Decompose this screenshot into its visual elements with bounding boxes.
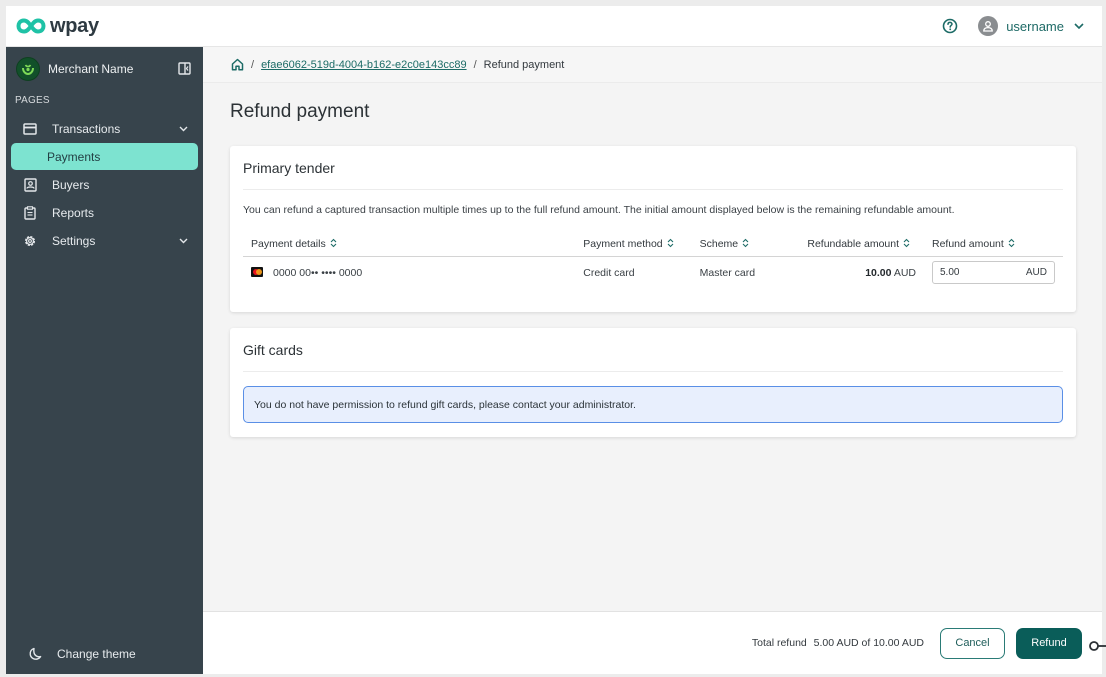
top-header: wpay username (6, 6, 1102, 47)
sidebar-item-settings[interactable]: Settings (11, 227, 198, 254)
breadcrumb-separator: / (473, 58, 477, 71)
column-header-scheme[interactable]: Scheme (691, 234, 800, 257)
gear-icon (23, 234, 37, 248)
primary-tender-title: Primary tender (243, 146, 1063, 190)
sort-icon[interactable] (330, 238, 337, 251)
breadcrumb-transaction-link[interactable]: efae6062-519d-4004-b162-e2c0e143cc89 (261, 59, 467, 71)
sidebar-item-label: Reports (52, 205, 95, 220)
chevron-down-icon (179, 238, 188, 244)
logo-text: wpay (50, 14, 99, 37)
contact-card-icon (23, 177, 37, 192)
cell-payment-method: Credit card (583, 266, 635, 279)
column-header-payment-details[interactable]: Payment details (243, 234, 576, 257)
sidebar-item-label: Transactions (52, 121, 121, 136)
chevron-down-icon (179, 126, 188, 132)
total-refund: Total refund 5.00 AUD of 10.00 AUD (752, 637, 924, 649)
cell-refundable-amount: 10.00 AUD (865, 266, 916, 279)
cell-scheme: Master card (699, 266, 756, 279)
sidebar-item-label: Payments (47, 149, 101, 164)
refund-button[interactable]: Refund (1016, 627, 1082, 659)
total-refund-value: 5.00 AUD of 10.00 AUD (813, 637, 924, 649)
cell-refund-amount: AUD (924, 256, 1063, 289)
sort-icon[interactable] (1008, 238, 1015, 251)
column-header-refund-amount[interactable]: Refund amount (924, 234, 1063, 257)
app-window: wpay username Merchant Name PAGES Transa… (6, 6, 1102, 674)
sidebar-item-label: Settings (52, 233, 96, 248)
sort-icon[interactable] (742, 238, 749, 251)
sidebar-item-reports[interactable]: Reports (11, 199, 198, 226)
user-avatar-icon[interactable] (978, 16, 999, 36)
moon-icon (28, 647, 42, 661)
breadcrumb-current: Refund payment (483, 58, 565, 71)
refund-currency-label: AUD (1025, 267, 1047, 279)
wpay-logo[interactable]: wpay (16, 15, 99, 38)
primary-tender-table: Payment details Payment method Scheme Re… (243, 234, 1063, 289)
refund-amount-field[interactable]: AUD (932, 261, 1055, 285)
sidebar: Merchant Name PAGES Transactions Payment… (6, 47, 203, 674)
change-theme-label: Change theme (57, 646, 136, 661)
cancel-button[interactable]: Cancel (940, 627, 1005, 659)
sidebar-item-payments[interactable]: Payments (11, 143, 198, 170)
breadcrumb: / efae6062-519d-4004-b162-e2c0e143cc89 /… (203, 47, 1102, 83)
sort-icon[interactable] (667, 238, 674, 251)
pages-section-label: PAGES (15, 95, 50, 106)
question-circle-icon[interactable] (942, 18, 958, 34)
cell-payment-details: 0000 00•• •••• 0000 (243, 256, 575, 289)
permission-alert: You do not have permission to refund gif… (243, 386, 1063, 423)
sidebar-item-label: Buyers (52, 177, 90, 192)
merchant-logo-icon (16, 56, 40, 81)
page-title: Refund payment (230, 101, 370, 122)
sidebar-item-buyers[interactable]: Buyers (11, 171, 198, 198)
merchant-switcher[interactable]: Merchant Name (6, 47, 203, 90)
chevron-down-icon[interactable] (1074, 23, 1084, 29)
breadcrumb-separator: / (251, 58, 255, 71)
table-row: 0000 00•• •••• 0000 Credit card Master c… (243, 256, 1063, 289)
annotation-pointer-icon (1088, 640, 1106, 652)
gift-cards-title: Gift cards (243, 328, 1063, 372)
collapse-sidebar-icon[interactable] (178, 62, 191, 75)
refund-footer: Total refund 5.00 AUD of 10.00 AUD Cance… (203, 611, 1102, 674)
merchant-name: Merchant Name (48, 61, 134, 76)
primary-tender-card: Primary tender You can refund a captured… (230, 146, 1076, 312)
infinity-logo-icon (16, 18, 46, 34)
total-refund-label: Total refund (751, 637, 807, 649)
column-header-refundable-amount[interactable]: Refundable amount (799, 234, 924, 257)
change-theme-button[interactable]: Change theme (16, 640, 193, 667)
clipboard-icon (23, 205, 37, 220)
home-icon[interactable] (231, 58, 244, 71)
column-header-payment-method[interactable]: Payment method (575, 234, 692, 257)
main-content: / efae6062-519d-4004-b162-e2c0e143cc89 /… (203, 47, 1102, 674)
mastercard-icon (251, 266, 263, 277)
refund-description: You can refund a captured transaction mu… (243, 204, 955, 216)
sort-icon[interactable] (903, 238, 910, 251)
gift-cards-card: Gift cards You do not have permission to… (230, 328, 1076, 437)
refund-amount-input[interactable] (940, 267, 1020, 279)
sidebar-item-transactions[interactable]: Transactions (11, 115, 198, 142)
credit-card-icon (23, 122, 37, 136)
username[interactable]: username (1006, 19, 1064, 34)
